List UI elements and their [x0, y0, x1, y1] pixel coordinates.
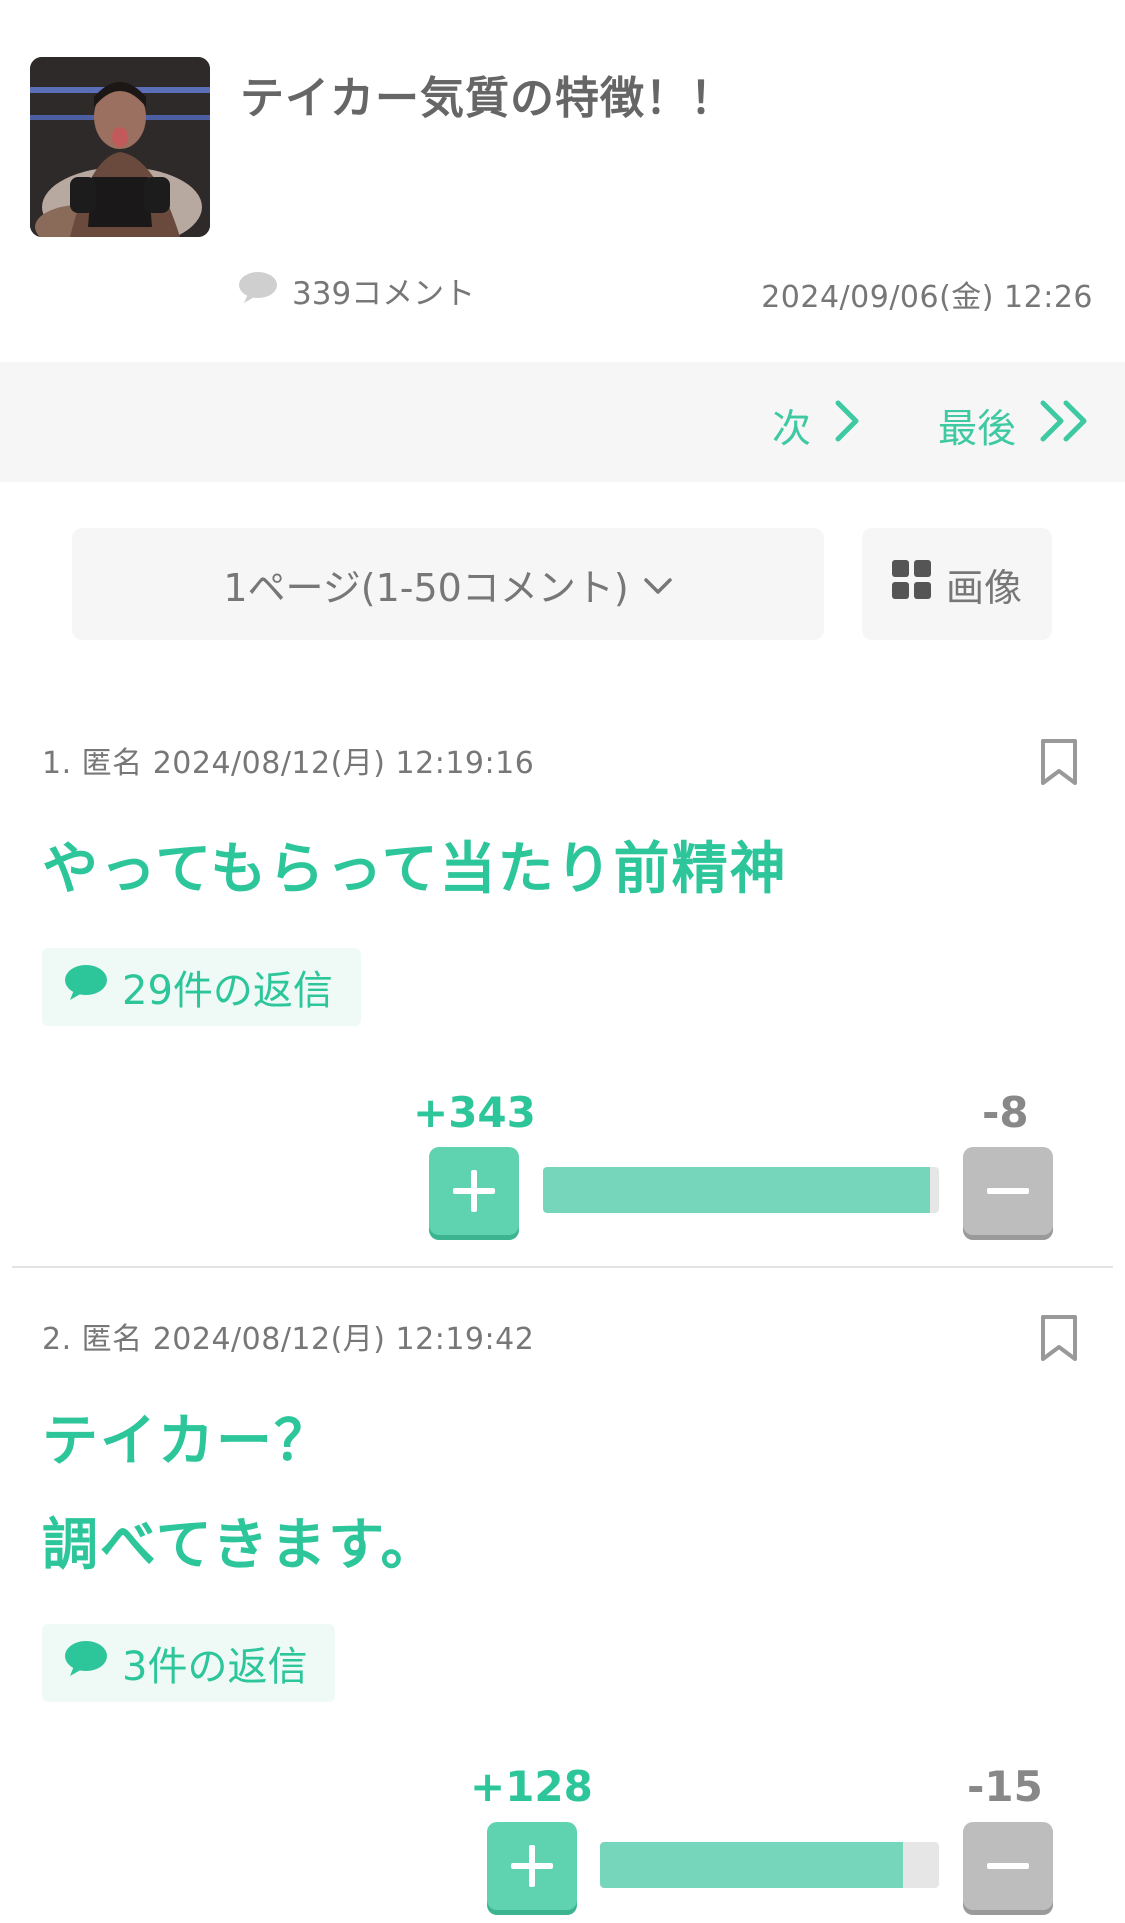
- plus-vote-button[interactable]: [487, 1822, 577, 1910]
- comment-body: テイカー？ 調べてきます。: [42, 1390, 438, 1598]
- divider: [12, 1266, 1113, 1268]
- comment-body-line: テイカー？: [42, 1409, 332, 1474]
- plus-icon: [511, 1845, 553, 1887]
- page-select-dropdown[interactable]: 1ページ(1-50コメント): [72, 528, 824, 640]
- topic-title: テイカー気質の特徴！！: [240, 73, 735, 124]
- bookmark-icon[interactable]: [1040, 738, 1078, 790]
- vote-ratio-fill: [600, 1842, 904, 1888]
- plus-vote-button[interactable]: [429, 1147, 519, 1235]
- comment-item: 1. 匿名 2024/08/12(月) 12:19:16 やってもらって当たり前…: [0, 720, 1125, 1270]
- next-page-link[interactable]: 次: [772, 398, 861, 454]
- grid-icon: [891, 559, 932, 609]
- next-label: 次: [772, 407, 812, 452]
- comment-meta: 1. 匿名 2024/08/12(月) 12:19:16: [42, 746, 535, 781]
- comment-body: やってもらって当たり前精神: [42, 837, 788, 902]
- reply-count: 3件の返信: [122, 1644, 308, 1690]
- topic-thumbnail[interactable]: [30, 57, 210, 237]
- last-label: 最後: [938, 407, 1017, 452]
- plus-count: +128: [470, 1762, 593, 1811]
- comment-item: 2. 匿名 2024/08/12(月) 12:19:42 テイカー？ 調べてきま…: [0, 1296, 1125, 1923]
- vote-ratio-fill: [543, 1167, 930, 1213]
- bookmark-icon[interactable]: [1040, 1314, 1078, 1366]
- double-chevron-right-icon: [1038, 399, 1092, 453]
- minus-count: -8: [982, 1088, 1029, 1137]
- last-page-link[interactable]: 最後: [938, 398, 1092, 454]
- pager: 次 最後: [0, 362, 1125, 482]
- speech-bubble-icon: [64, 1639, 108, 1687]
- page-select-value: 1ページ(1-50コメント): [223, 565, 629, 610]
- comment-meta: 2. 匿名 2024/08/12(月) 12:19:42: [42, 1322, 535, 1357]
- chevron-down-icon: [643, 562, 673, 606]
- chevron-right-icon: [833, 399, 861, 453]
- reply-button[interactable]: 29件の返信: [42, 948, 361, 1026]
- minus-vote-button[interactable]: [963, 1147, 1053, 1235]
- comment-count-label: 339コメント: [292, 276, 476, 312]
- image-button-label: 画像: [945, 565, 1022, 610]
- speech-bubble-icon: [238, 270, 278, 312]
- vote-ratio-bar: [600, 1842, 939, 1888]
- topic-header: テイカー気質の特徴！！ 339コメント 2024/09/06(金) 12:26: [0, 0, 1125, 362]
- image-view-button[interactable]: 画像: [862, 528, 1052, 640]
- vote-ratio-bar: [543, 1167, 939, 1213]
- minus-vote-button[interactable]: [963, 1822, 1053, 1910]
- plus-count: +343: [413, 1088, 536, 1137]
- minus-icon: [987, 1863, 1029, 1869]
- comment-count[interactable]: 339コメント: [238, 268, 475, 313]
- minus-icon: [987, 1188, 1029, 1194]
- reply-button[interactable]: 3件の返信: [42, 1624, 336, 1702]
- topic-date: 2024/09/06(金) 12:26: [761, 280, 1093, 315]
- plus-icon: [453, 1170, 495, 1212]
- comment-body-line: 調べてきます。: [42, 1513, 439, 1578]
- speech-bubble-icon: [64, 963, 108, 1011]
- minus-count: -15: [967, 1762, 1043, 1811]
- reply-count: 29件の返信: [122, 968, 333, 1014]
